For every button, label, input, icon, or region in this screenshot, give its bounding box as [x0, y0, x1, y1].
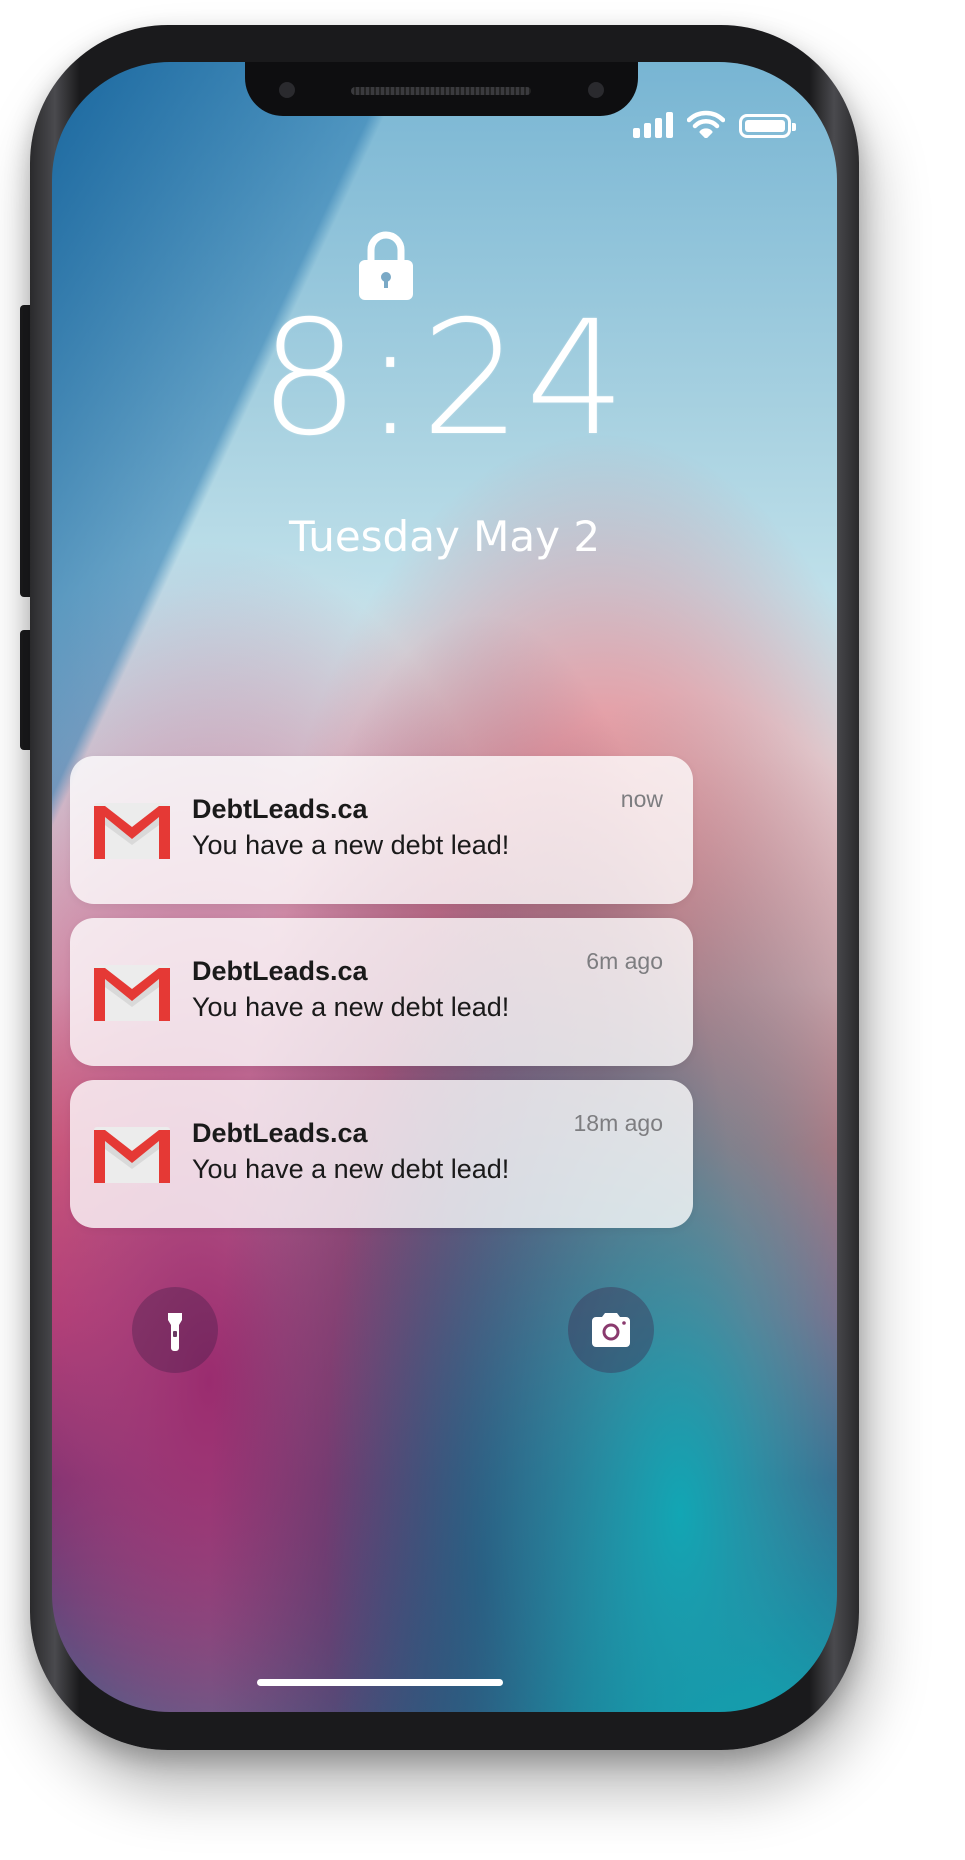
notification-card[interactable]: DebtLeads.ca You have a new debt lead! 6… — [70, 918, 693, 1066]
wifi-icon — [687, 110, 725, 138]
notification-age: now — [620, 786, 663, 812]
notification-title: DebtLeads.ca — [192, 956, 368, 986]
notification-card[interactable]: DebtLeads.ca You have a new debt lead! n… — [70, 756, 693, 904]
front-sensor — [279, 82, 295, 98]
notification-age: 6m ago — [586, 948, 663, 974]
flashlight-button[interactable] — [132, 1287, 218, 1373]
clock-date: Tuesday May 2 — [288, 512, 601, 561]
camera-icon — [592, 1313, 630, 1347]
clock-time: 8:24 — [259, 287, 630, 471]
notification-card[interactable]: DebtLeads.ca You have a new debt lead! 1… — [70, 1080, 693, 1228]
notification-title: DebtLeads.ca — [192, 1118, 368, 1148]
gmail-icon — [94, 965, 170, 1021]
gmail-icon — [94, 803, 170, 859]
notification-message: You have a new debt lead! — [192, 830, 510, 860]
battery-icon — [739, 114, 796, 138]
notification-message: You have a new debt lead! — [192, 1154, 510, 1184]
signal-icon — [633, 112, 673, 138]
phone-frame: 8:24 Tuesday May 2 DebtLeads.ca You have… — [30, 25, 859, 1750]
gmail-icon — [94, 1127, 170, 1183]
front-camera — [588, 82, 604, 98]
notification-age: 18m ago — [573, 1110, 663, 1136]
earpiece-speaker — [351, 87, 531, 95]
notch — [245, 62, 638, 116]
home-indicator[interactable] — [257, 1679, 503, 1686]
flashlight-icon — [168, 1313, 182, 1351]
camera-button[interactable] — [568, 1287, 654, 1373]
status-bar — [633, 108, 796, 138]
notification-title: DebtLeads.ca — [192, 794, 368, 824]
lock-screen: 8:24 Tuesday May 2 DebtLeads.ca You have… — [52, 62, 837, 1712]
notification-message: You have a new debt lead! — [192, 992, 510, 1022]
